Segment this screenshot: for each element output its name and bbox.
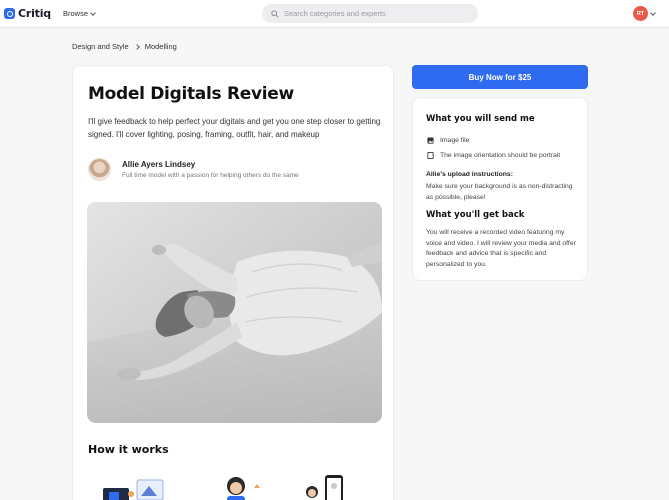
avatar: RT: [633, 6, 648, 21]
critiq-logo-icon: [4, 8, 15, 19]
instructions-heading: Allie's upload instructions:: [426, 171, 513, 178]
deliverables-card: What you will send me Image file The ima…: [412, 97, 588, 281]
requirement-item: The image orientation should be portrait: [427, 152, 560, 159]
image-icon: [427, 137, 434, 144]
search-icon: [271, 9, 279, 18]
requirement-label: Image file: [440, 137, 470, 144]
how-it-works-heading: How it works: [88, 443, 169, 456]
get-back-heading: What you'll get back: [426, 210, 525, 220]
search-input[interactable]: [284, 9, 464, 18]
account-menu[interactable]: RT: [633, 6, 656, 21]
send-heading: What you will send me: [426, 114, 535, 124]
page-title: Model Digitals Review: [88, 84, 294, 104]
logo-text: Critiq: [18, 7, 51, 20]
critiq-logo[interactable]: Critiq: [4, 7, 51, 20]
expert-tagline: Full time model with a passion for helpi…: [122, 172, 299, 179]
search-bar[interactable]: [262, 4, 478, 23]
instructions-text: Make sure your background is as non-dist…: [426, 183, 573, 201]
buy-now-button[interactable]: Buy Now for $25: [412, 65, 588, 89]
chevron-right-icon: [133, 43, 140, 50]
chevron-down-icon: [650, 9, 656, 16]
feedback-illustration: [306, 475, 343, 500]
upload-illustration: [103, 479, 164, 500]
service-card: Model Digitals Review I'll give feedback…: [72, 65, 394, 500]
expert-name: Allie Ayers Lindsey: [122, 160, 196, 169]
expert-profile[interactable]: Allie Ayers Lindsey Full time model with…: [88, 158, 299, 181]
model-photo: [87, 202, 382, 423]
top-navbar: Critiq Browse RT: [0, 0, 669, 28]
portrait-orientation-icon: [427, 152, 434, 159]
requirement-label: The image orientation should be portrait: [440, 152, 561, 159]
browse-label: Browse: [63, 9, 89, 18]
review-illustration: [227, 477, 260, 500]
requirement-item: Image file: [427, 137, 469, 144]
chevron-down-icon: [90, 9, 96, 16]
get-back-text: You will receive a recorded video featur…: [426, 229, 576, 268]
service-description: I'll give feedback to help perfect your …: [88, 117, 381, 139]
breadcrumb-item-modelling[interactable]: Modelling: [145, 42, 177, 51]
breadcrumb: Design and Style Modelling: [72, 42, 177, 51]
breadcrumb-item-design-and-style[interactable]: Design and Style: [72, 42, 129, 51]
expert-avatar: [88, 158, 111, 181]
browse-menu[interactable]: Browse: [63, 9, 96, 18]
